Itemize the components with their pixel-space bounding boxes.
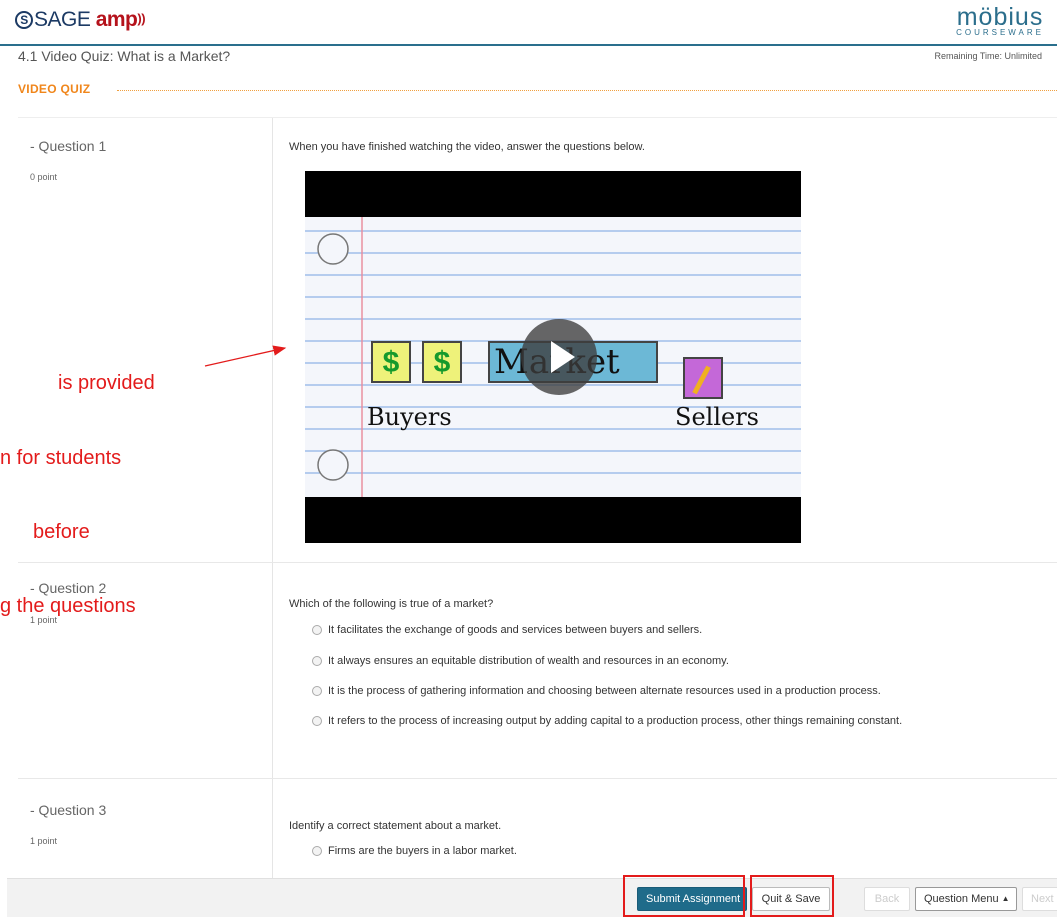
footer-toolbar: Submit Assignment Quit & Save Back Quest…: [7, 878, 1057, 917]
app-window: S SAGE amp)) möbius COURSEWARE 4.1 Video …: [0, 0, 1057, 917]
highlight-box: [750, 875, 834, 917]
caret-up-icon: ▲: [1001, 894, 1010, 903]
highlight-box: [623, 875, 745, 917]
question-menu-label: Question Menu: [924, 893, 999, 905]
next-button[interactable]: Next: [1022, 887, 1057, 911]
question-menu-button[interactable]: Question Menu ▲: [915, 887, 1017, 911]
annotation-arrow: [204, 345, 287, 367]
back-button[interactable]: Back: [864, 887, 910, 911]
